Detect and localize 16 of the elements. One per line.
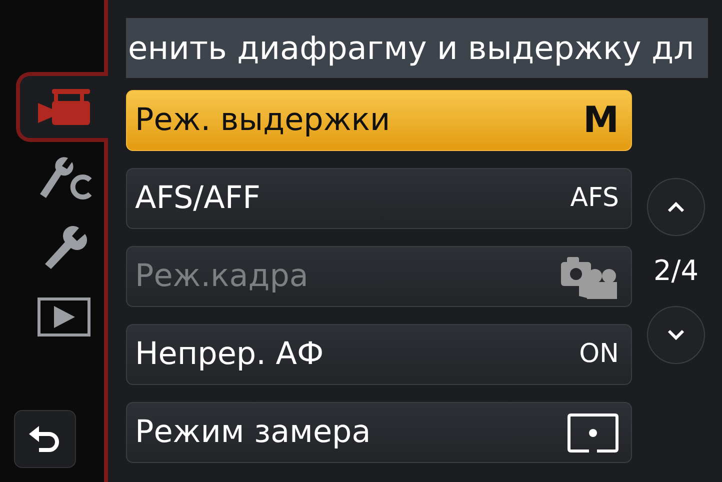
spot-metering-icon — [567, 412, 619, 452]
back-icon — [29, 426, 61, 452]
setting-value: AFS — [570, 182, 619, 215]
menu-item[interactable]: Непрер. АФ ON — [126, 324, 632, 385]
setting-value: M — [583, 98, 619, 142]
playback-icon — [37, 297, 91, 337]
chevron-up-icon — [667, 201, 685, 213]
scrolling-help-text: енить диафрагму и выдержку дл — [126, 18, 708, 78]
menu-item[interactable]: AFS/AFF AFS — [126, 168, 632, 229]
movie-camera-icon — [36, 87, 92, 127]
menu-item[interactable]: Реж. выдержки M — [126, 90, 632, 151]
chevron-down-icon — [667, 329, 685, 341]
page-indicator: 2/4 — [653, 253, 699, 289]
back-button[interactable] — [14, 410, 76, 468]
setting-value: ON — [579, 338, 619, 371]
menu-item[interactable]: Режим замера — [126, 402, 632, 463]
